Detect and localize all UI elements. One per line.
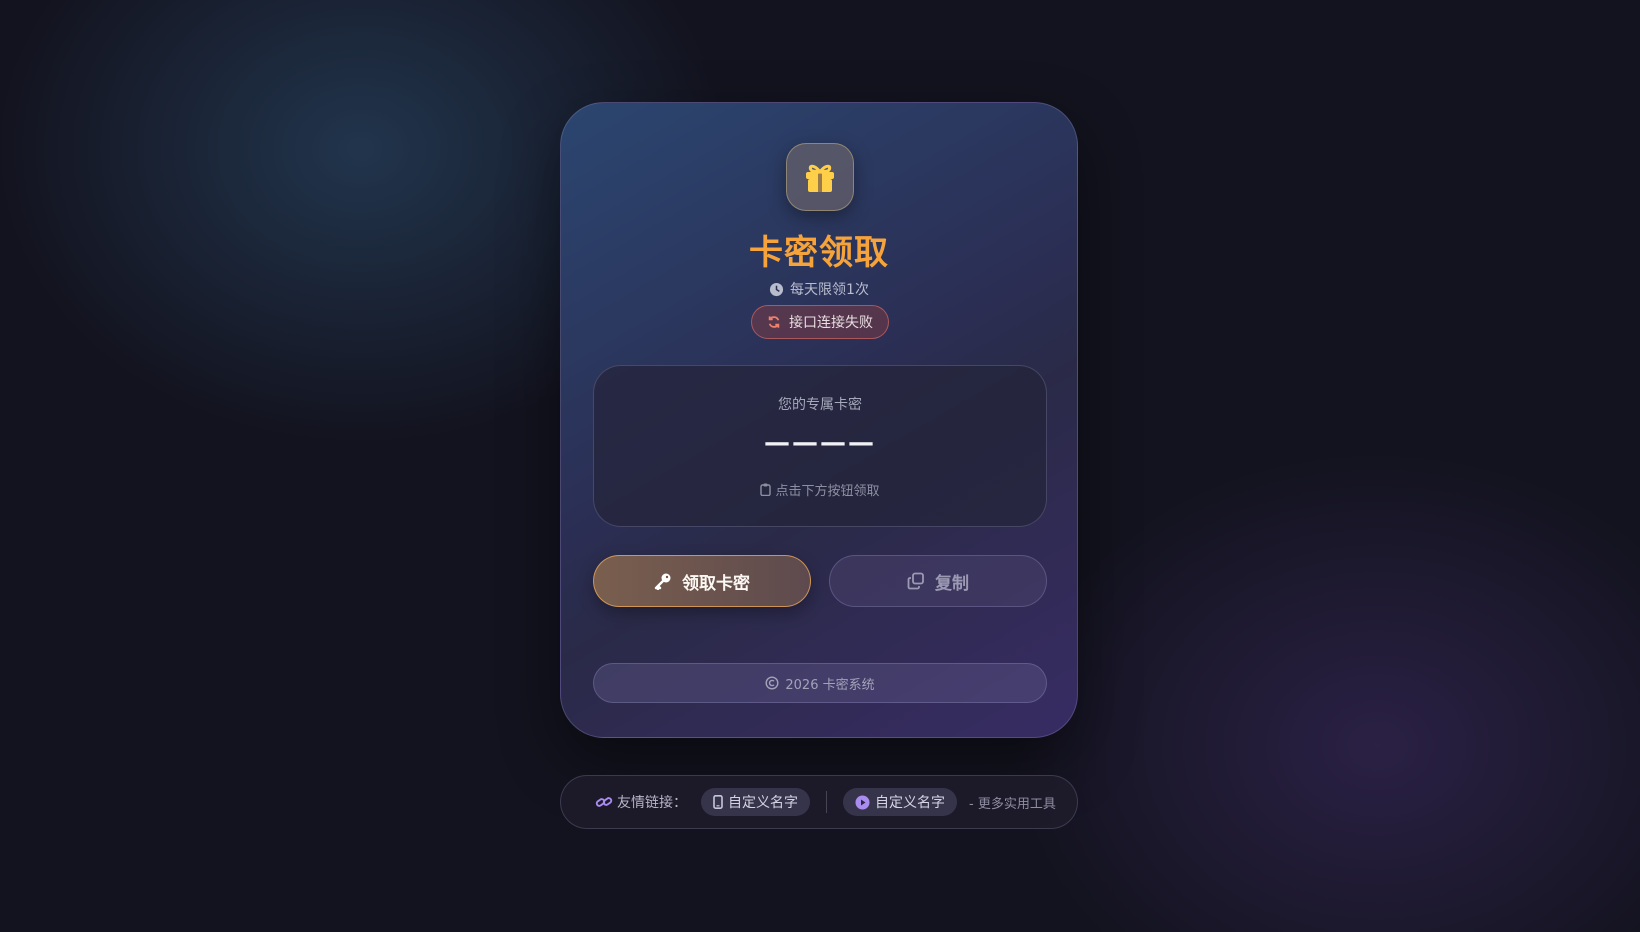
gift-icon xyxy=(800,157,840,197)
friend-links-label: 友情链接： xyxy=(595,792,687,812)
page-title: 卡密领取 xyxy=(749,233,889,273)
daily-limit-text: 每天限领1次 xyxy=(790,282,869,298)
code-hint-text: 点击下方按钮领取 xyxy=(775,484,880,499)
claim-button[interactable]: 领取卡密 xyxy=(593,555,811,607)
clock-icon xyxy=(769,282,784,297)
friend-link-2-label: 自定义名字 xyxy=(875,795,945,811)
copy-icon xyxy=(907,572,925,590)
gift-badge xyxy=(786,143,854,211)
status-text: 接口连接失败 xyxy=(789,315,873,331)
friend-links-text: 友情链接： xyxy=(617,795,687,811)
claim-button-label: 领取卡密 xyxy=(682,573,750,594)
copy-button-label: 复制 xyxy=(935,573,969,594)
friend-link-2[interactable]: 自定义名字 xyxy=(843,788,957,816)
claim-card: 卡密领取 每天限领1次 接口连接失败 您的专属卡密 ———— 点击下方按钮领取 … xyxy=(560,102,1078,738)
copy-button[interactable]: 复制 xyxy=(829,555,1047,607)
more-tools-text: - 更多实用工具 xyxy=(969,796,1056,812)
status-badge: 接口连接失败 xyxy=(751,305,889,339)
code-label: 您的专属卡密 xyxy=(778,397,862,413)
phone-icon xyxy=(713,795,723,809)
copyright-bar: 2026 卡密系统 xyxy=(593,663,1047,703)
copyright-text: 2026 卡密系统 xyxy=(785,677,875,693)
friend-links-bar: 友情链接： 自定义名字 自定义名字 - 更多实用工具 xyxy=(560,775,1078,829)
friend-link-1-label: 自定义名字 xyxy=(728,795,798,811)
code-panel: 您的专属卡密 ———— 点击下方按钮领取 xyxy=(593,365,1047,527)
code-value: ———— xyxy=(764,428,876,458)
code-hint: 点击下方按钮领取 xyxy=(594,480,1046,499)
key-icon xyxy=(654,572,672,590)
friend-link-1[interactable]: 自定义名字 xyxy=(701,788,810,816)
clipboard-icon xyxy=(760,483,772,496)
links-divider xyxy=(826,791,827,813)
refresh-icon xyxy=(767,315,781,329)
copyright-icon xyxy=(765,676,779,690)
daily-limit-note: 每天限领1次 xyxy=(561,279,1077,299)
play-icon xyxy=(855,795,870,810)
link-icon xyxy=(595,794,613,810)
